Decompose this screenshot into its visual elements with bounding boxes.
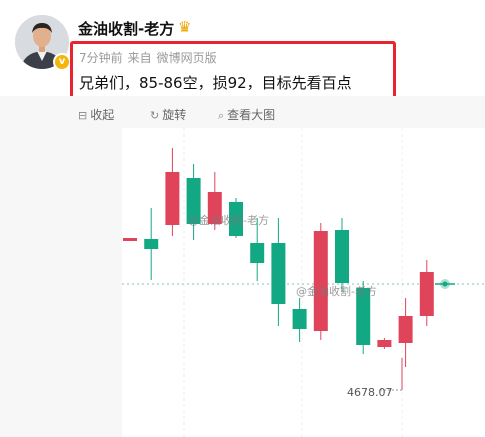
chart-image[interactable]: @金油收割-老方 @金油收割-老方 4678.07 [0,128,485,437]
collapse-icon: ⊟ [78,109,88,122]
candle-body [419,272,434,316]
rotate-label: 旋转 [162,108,187,122]
candle-body [292,309,307,329]
collapse-label: 收起 [90,108,115,122]
candlestick-chart [122,128,485,437]
image-toolbar: ⊟ 收起 ↻ 旋转 ⌕ 查看大图 [0,96,485,128]
candle-body [271,243,286,304]
watermark: @金油收割-老方 [188,214,269,227]
candle-body [335,230,349,283]
search-icon: ⌕ [218,109,225,122]
username[interactable]: 金油收割-老方 [78,18,174,39]
collapse-button[interactable]: ⊟ 收起 [78,106,114,123]
candle-body [313,231,328,331]
candle-body [165,172,180,225]
rotate-button[interactable]: ↻ 旋转 [150,106,186,123]
view-large-button[interactable]: ⌕ 查看大图 [218,106,275,123]
verified-badge-icon: v [53,53,71,71]
highlight-box [70,41,396,101]
rotate-icon: ↻ [150,109,160,122]
post-header: v 金油收割-老方 ♛ 7分钟前 来自 微博网页版 兄弟们，85-86空，损92，目… [0,0,485,101]
view-large-label: 查看大图 [227,108,276,122]
candle-body [377,340,392,347]
candle-body [144,239,159,249]
candle-body [250,243,265,263]
crown-icon: ♛ [178,18,192,36]
low-price-label: 4678.07 [347,386,393,399]
candle-body [398,316,413,343]
watermark: @金油收割-老方 [296,285,377,298]
candle-body [123,238,137,241]
